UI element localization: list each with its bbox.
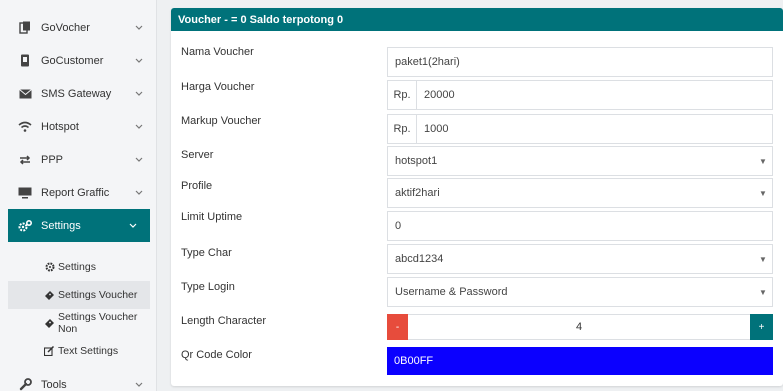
sidebar-item-label: Hotspot — [41, 120, 79, 133]
decrement-button[interactable]: - — [387, 314, 408, 340]
caret-down-icon: ▼ — [759, 156, 767, 166]
limit-uptime-input[interactable]: 0 — [387, 211, 773, 241]
sidebar-item-label: SMS Gateway — [41, 87, 112, 100]
mobile-icon — [18, 54, 32, 68]
submenu-item-label: Settings Voucher Non — [58, 311, 138, 335]
sidebar-item-govocher[interactable]: GoVocher — [0, 11, 156, 44]
sidebar-item-label: GoCustomer — [41, 54, 104, 67]
ticket-icon — [44, 290, 55, 301]
panel-header: Voucher - = 0 Saldo terpotong 0 — [171, 8, 783, 31]
submenu-item-label: Settings Voucher — [58, 289, 138, 301]
sidebar-item-hotspot[interactable]: Hotspot — [0, 110, 156, 143]
select-value: Username & Password — [395, 286, 508, 298]
length-character-stepper: - 4 + — [387, 314, 773, 340]
field-label: Limit Uptime — [181, 211, 243, 223]
chevron-down-icon — [134, 188, 144, 198]
sidebar-item-label: Settings — [41, 219, 81, 232]
panel-title: Voucher - = 0 Saldo terpotong 0 — [178, 13, 344, 26]
sidebar-item-label: PPP — [41, 153, 64, 166]
input-value: 20000 — [424, 89, 455, 101]
sidebar-item-label: Tools — [41, 378, 67, 391]
caret-down-icon: ▼ — [759, 188, 767, 198]
input-value: paket1(2hari) — [395, 56, 460, 68]
field-label: Type Login — [181, 281, 235, 293]
field-label: Harga Voucher — [181, 81, 255, 93]
field-label: Server — [181, 149, 214, 161]
submenu-item-label: Text Settings — [58, 345, 119, 357]
color-value: 0B00FF — [394, 355, 434, 367]
sidebar-top-spacer — [0, 0, 156, 11]
select-value: aktif2hari — [395, 187, 440, 199]
submenu-item-settings-voucher[interactable]: Settings Voucher — [8, 281, 150, 309]
field-label: Type Char — [181, 247, 232, 259]
sidebar-item-label: Report Graffic — [41, 186, 110, 199]
profile-select[interactable]: aktif2hari ▼ — [387, 178, 773, 208]
currency-prefix: Rp. — [388, 81, 417, 109]
type-login-select[interactable]: Username & Password ▼ — [387, 277, 773, 307]
chevron-down-icon — [134, 23, 144, 33]
gear-icon — [44, 262, 55, 273]
qr-code-color-input[interactable]: 0B00FF — [387, 347, 773, 375]
file-icon — [18, 21, 32, 35]
server-select[interactable]: hotspot1 ▼ — [387, 146, 773, 176]
field-label: Qr Code Color — [181, 349, 252, 361]
type-char-select[interactable]: abcd1234 ▼ — [387, 244, 773, 274]
chevron-down-icon — [128, 221, 138, 231]
monitor-icon — [18, 186, 32, 200]
submenu-item-label: Settings — [58, 261, 96, 273]
field-label: Length Character — [181, 315, 266, 327]
markup-voucher-input[interactable]: Rp. 1000 — [387, 114, 773, 144]
submenu-item-settings[interactable]: Settings — [8, 253, 150, 281]
sidebar-item-report-graffic[interactable]: Report Graffic — [0, 176, 156, 209]
submenu-item-text-settings[interactable]: Text Settings — [8, 337, 150, 365]
sidebar-item-tools[interactable]: Tools — [0, 368, 156, 391]
input-value: 1000 — [424, 123, 449, 135]
chevron-down-icon — [134, 56, 144, 66]
chevron-down-icon — [134, 155, 144, 165]
input-value: 0 — [395, 220, 402, 232]
sidebar-item-sms-gateway[interactable]: SMS Gateway — [0, 77, 156, 110]
field-label: Profile — [181, 180, 213, 192]
chevron-down-icon — [134, 122, 144, 132]
chevron-down-icon — [134, 89, 144, 99]
select-value: hotspot1 — [395, 155, 438, 167]
wifi-icon — [18, 120, 32, 134]
currency-prefix: Rp. — [388, 115, 417, 143]
caret-down-icon: ▼ — [759, 254, 767, 264]
voucher-form-panel: Voucher - = 0 Saldo terpotong 0 Nama Vou… — [171, 8, 783, 386]
envelope-icon — [18, 87, 32, 101]
ticket-icon — [44, 318, 55, 329]
sidebar-item-label: GoVocher — [41, 21, 90, 34]
harga-voucher-input[interactable]: Rp. 20000 — [387, 80, 773, 110]
wrench-icon — [18, 378, 32, 391]
sidebar-item-ppp[interactable]: PPP — [0, 143, 156, 176]
nama-voucher-input[interactable]: paket1(2hari) — [387, 47, 773, 77]
chevron-down-icon — [134, 380, 144, 390]
exchange-icon — [18, 153, 32, 167]
submenu-top-spacer — [0, 242, 156, 253]
field-label: Markup Voucher — [181, 115, 262, 127]
increment-button[interactable]: + — [750, 314, 773, 340]
sidebar: GoVocher GoCustomer SMS Gateway Hotspot … — [0, 0, 157, 391]
select-value: abcd1234 — [395, 253, 444, 265]
caret-down-icon: ▼ — [759, 287, 767, 297]
field-label: Nama Voucher — [181, 46, 254, 58]
sidebar-item-settings[interactable]: Settings — [8, 209, 150, 242]
edit-icon — [44, 346, 55, 357]
sidebar-item-gocustomer[interactable]: GoCustomer — [0, 44, 156, 77]
cogs-icon — [18, 219, 32, 233]
submenu-item-settings-voucher-non[interactable]: Settings Voucher Non — [8, 309, 150, 337]
stepper-value[interactable]: 4 — [408, 314, 750, 340]
